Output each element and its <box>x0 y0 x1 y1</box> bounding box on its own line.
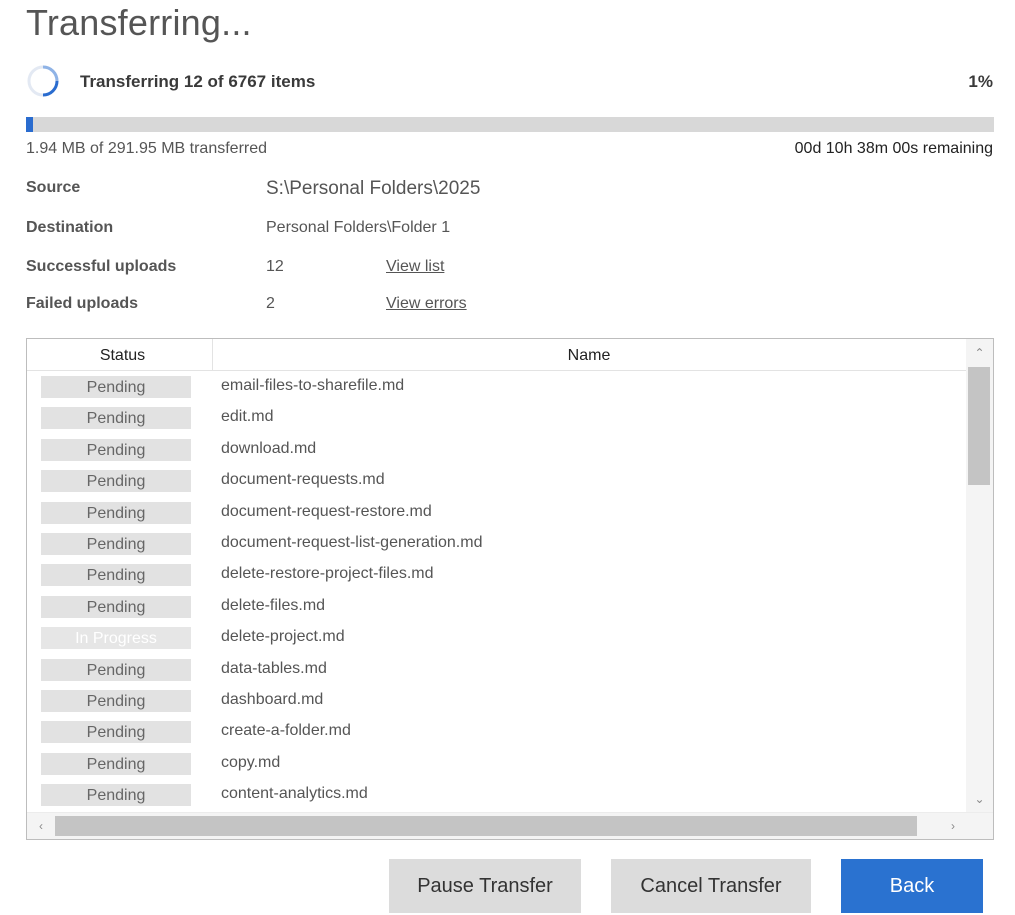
table-row[interactable]: Pending create-a-folder.md <box>27 717 967 748</box>
vertical-scrollbar[interactable]: ⌃ ⌄ <box>966 339 993 813</box>
file-name: data-tables.md <box>221 659 327 677</box>
cancel-transfer-button[interactable]: Cancel Transfer <box>611 859 811 913</box>
failed-uploads-label: Failed uploads <box>26 295 139 312</box>
status-badge: Pending <box>41 376 191 398</box>
file-name: create-a-folder.md <box>221 722 351 740</box>
source-label: Source <box>26 179 81 196</box>
table-row[interactable]: Pending edit.md <box>27 403 967 434</box>
table-row[interactable]: Pending content-analytics.md <box>27 780 967 811</box>
status-badge: Pending <box>41 658 191 681</box>
status-badge: Pending <box>41 784 191 807</box>
back-button[interactable]: Back <box>841 859 983 913</box>
table-row[interactable]: Pending dashboard.md <box>27 686 967 717</box>
chevron-down-icon[interactable]: ⌄ <box>966 785 993 813</box>
file-name: delete-restore-project-files.md <box>221 565 434 583</box>
column-header-name[interactable]: Name <box>213 339 965 371</box>
pause-transfer-button[interactable]: Pause Transfer <box>389 859 581 913</box>
failed-uploads-count: 2 <box>266 295 275 312</box>
horizontal-scroll-thumb[interactable] <box>55 816 917 836</box>
view-list-link[interactable]: View list <box>386 258 444 276</box>
loading-spinner-icon <box>27 65 59 97</box>
progress-bar <box>26 117 994 132</box>
status-badge: Pending <box>41 438 191 461</box>
status-badge: Pending <box>41 595 191 618</box>
table-row[interactable]: Pending data-tables.md <box>27 655 967 686</box>
file-name: delete-files.md <box>221 596 326 614</box>
status-badge: In Progress <box>41 627 191 650</box>
transferred-amount: 1.94 MB of 291.95 MB transferred <box>26 140 268 157</box>
status-badge: Pending <box>41 501 191 524</box>
horizontal-scrollbar[interactable]: ‹ › <box>27 812 993 839</box>
table-row[interactable]: Pending document-request-restore.md <box>27 498 967 529</box>
table-row[interactable]: Pending download.md <box>27 435 967 466</box>
status-badge: Pending <box>41 721 191 744</box>
file-name: document-request-list-generation.md <box>221 533 483 551</box>
table-row[interactable]: Pending delete-restore-project-files.md <box>27 560 967 591</box>
transfer-file-list[interactable]: Status Name Pending email-files-to-sharef… <box>26 338 994 840</box>
status-badge: Pending <box>41 564 191 587</box>
table-row[interactable]: Pending copy.md <box>27 749 967 780</box>
file-name: document-request-restore.md <box>221 502 432 520</box>
chevron-left-icon[interactable]: ‹ <box>27 813 55 839</box>
chevron-up-icon[interactable]: ⌃ <box>966 339 993 367</box>
status-badge: Pending <box>41 407 191 430</box>
file-name: email-files-to-sharefile.md <box>221 377 405 394</box>
progress-bar-fill <box>26 117 33 132</box>
column-header-status[interactable]: Status <box>33 339 213 371</box>
file-name: dashboard.md <box>221 690 324 708</box>
file-name: content-analytics.md <box>221 785 368 803</box>
table-row[interactable]: Pending delete-files.md <box>27 592 967 623</box>
status-badge: Pending <box>41 752 191 775</box>
status-badge: Pending <box>41 689 191 712</box>
list-header: Status Name <box>27 339 967 371</box>
table-row[interactable]: Pending document-requests.md <box>27 466 967 497</box>
destination-value: Personal Folders\Folder 1 <box>266 219 451 236</box>
file-name: document-requests.md <box>221 471 385 489</box>
vertical-scroll-thumb[interactable] <box>968 367 990 485</box>
table-row[interactable]: In Progress delete-project.md <box>27 623 967 654</box>
file-name: download.md <box>221 439 317 457</box>
destination-label: Destination <box>26 219 114 236</box>
chevron-right-icon[interactable]: › <box>939 813 967 839</box>
percent-label: 1% <box>968 72 993 91</box>
file-name: delete-project.md <box>221 628 345 646</box>
status-badge: Pending <box>41 470 191 493</box>
table-row[interactable]: Pending email-files-to-sharefile.md <box>27 372 967 403</box>
view-errors-link[interactable]: View errors <box>386 295 467 313</box>
successful-uploads-label: Successful uploads <box>26 258 177 275</box>
source-value: S:\Personal Folders\2025 <box>266 178 481 199</box>
list-rows: Pending email-files-to-sharefile.md Pendin… <box>27 372 967 811</box>
file-name: copy.md <box>221 753 281 771</box>
transfer-summary: Transferring 12 of 6767 items <box>80 72 316 91</box>
successful-uploads-count: 12 <box>266 258 284 275</box>
table-row[interactable]: Pending document-request-list-generation.… <box>27 529 967 560</box>
file-name: edit.md <box>221 408 274 426</box>
status-badge: Pending <box>41 532 191 555</box>
page-title: Transferring... <box>26 2 252 43</box>
time-remaining: 00d 10h 38m 00s remaining <box>794 140 993 157</box>
